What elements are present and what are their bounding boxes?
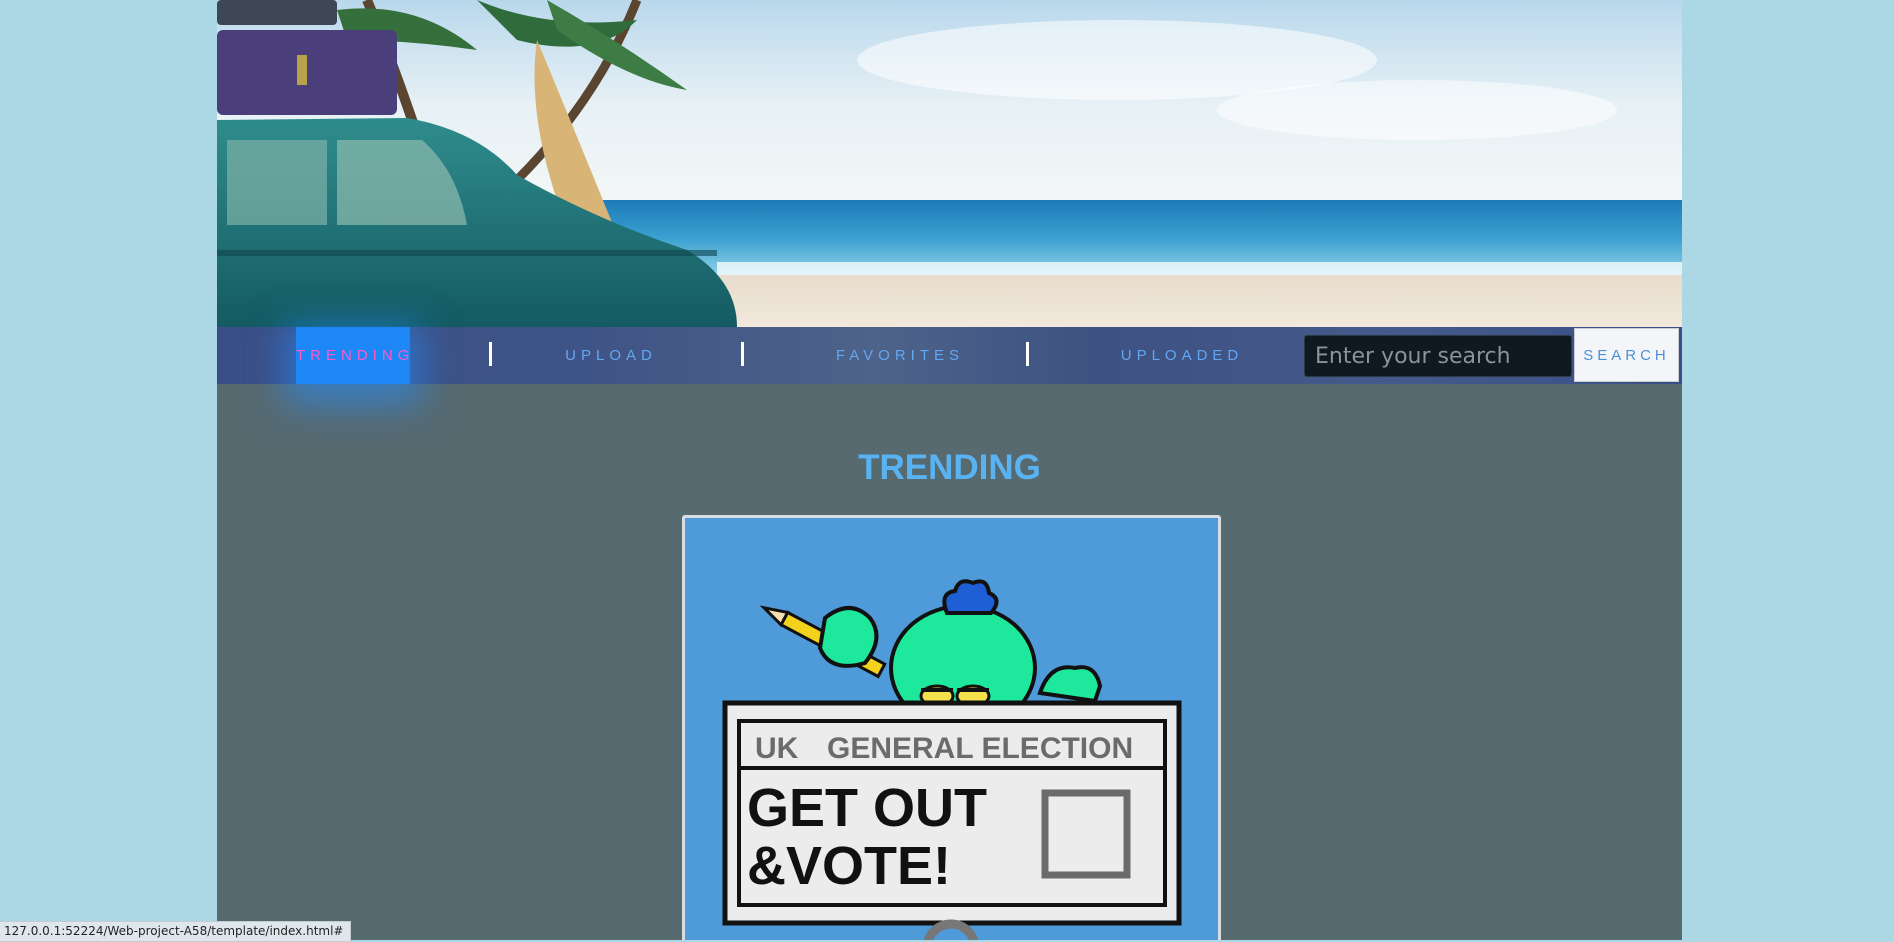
nav-divider: [489, 342, 492, 366]
browser-status-url: 127.0.0.1:52224/Web-project-A58/template…: [0, 921, 351, 942]
page-container: TRENDING UPLOAD FAVORITES UPLOADED SEARC…: [217, 0, 1682, 940]
main-navbar: TRENDING UPLOAD FAVORITES UPLOADED SEARC…: [217, 327, 1682, 384]
nav-divider: [1026, 342, 1029, 366]
gif-text-uk: UK: [755, 732, 799, 765]
search-input[interactable]: [1304, 335, 1572, 377]
nav-uploaded[interactable]: UPLOADED: [1097, 327, 1267, 384]
page-title: TRENDING: [858, 448, 1041, 487]
trending-gif-card[interactable]: UK GENERAL ELECTION GET OUT &VOTE!: [682, 515, 1221, 940]
gif-image: UK GENERAL ELECTION GET OUT &VOTE!: [722, 579, 1182, 940]
gif-text-vote: &VOTE!: [747, 836, 951, 896]
header-banner-image: [217, 0, 1682, 327]
gif-text-get-out: GET OUT: [747, 778, 987, 838]
gif-text-election: GENERAL ELECTION: [827, 732, 1133, 765]
nav-divider: [741, 342, 744, 366]
nav-favorites[interactable]: FAVORITES: [815, 327, 985, 384]
nav-upload[interactable]: UPLOAD: [546, 327, 676, 384]
search-button[interactable]: SEARCH: [1574, 328, 1679, 382]
nav-trending[interactable]: TRENDING: [296, 327, 410, 384]
